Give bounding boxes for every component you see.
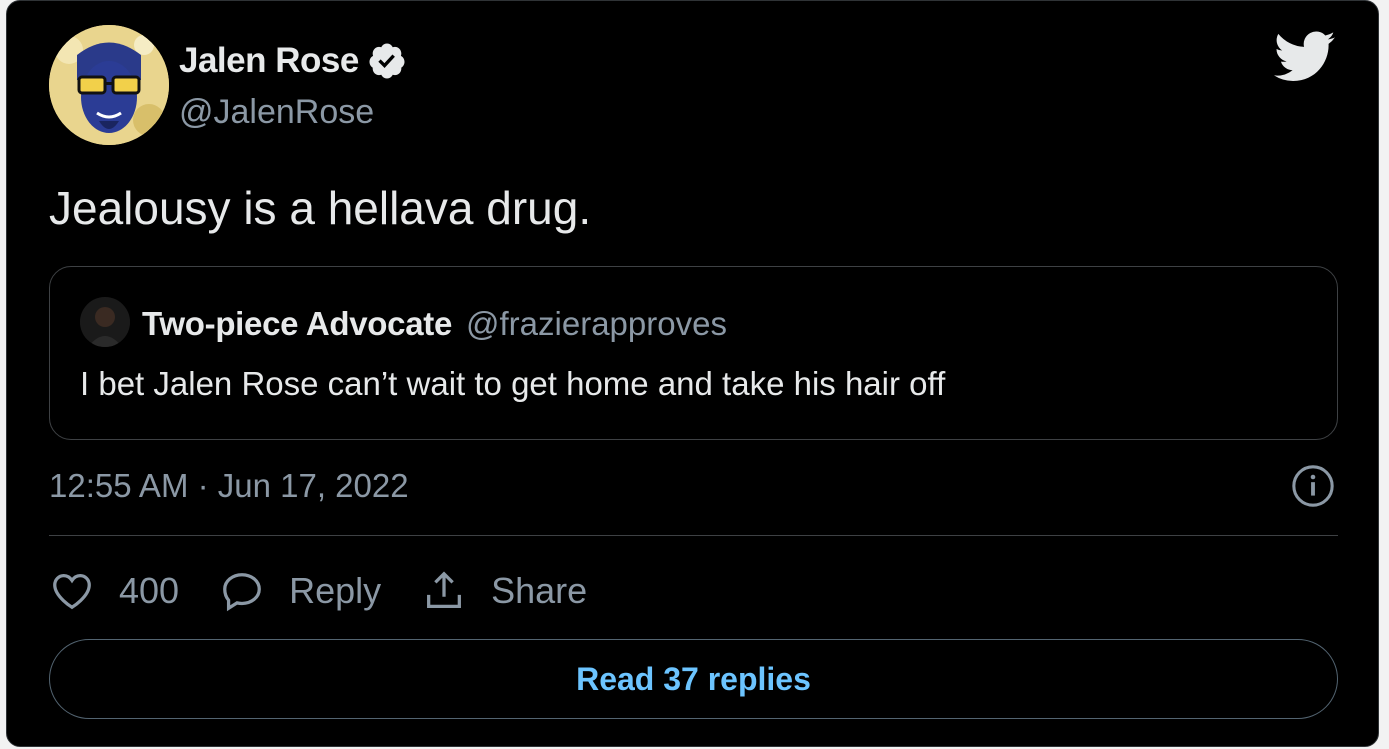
twitter-bird-icon[interactable] — [1274, 31, 1336, 83]
quoted-tweet[interactable]: Two-piece Advocate @frazierapproves I be… — [49, 266, 1338, 440]
tweet-text: Jealousy is a hellava drug. — [49, 182, 592, 234]
heart-icon — [53, 574, 91, 610]
author-name-text[interactable]: Jalen Rose — [179, 41, 359, 81]
tweet-card: Jalen Rose @JalenRose Jealousy is a hell… — [6, 0, 1379, 747]
share-icon — [427, 571, 462, 608]
info-icon[interactable] — [1290, 463, 1336, 509]
quoted-author-name[interactable]: Two-piece Advocate — [142, 305, 452, 343]
reply-label: Reply — [289, 570, 382, 611]
like-button[interactable]: 400 — [49, 568, 179, 614]
share-button[interactable]: Share — [421, 568, 587, 614]
author-handle[interactable]: @JalenRose — [179, 93, 374, 132]
quoted-author-avatar[interactable] — [80, 297, 130, 347]
divider — [49, 535, 1338, 536]
quoted-header: Two-piece Advocate @frazierapproves — [142, 305, 727, 343]
quoted-author-handle[interactable]: @frazierapproves — [466, 305, 727, 343]
author-avatar[interactable] — [49, 25, 169, 145]
author-name[interactable]: Jalen Rose — [179, 41, 407, 81]
tweet-actions: 400 Reply Share — [49, 561, 627, 621]
tweet-timestamp[interactable]: 12:55 AM · Jun 17, 2022 — [49, 467, 409, 505]
share-label: Share — [491, 570, 588, 611]
read-replies-button[interactable]: Read 37 replies — [49, 639, 1338, 719]
reply-button[interactable]: Reply — [219, 568, 381, 614]
like-count: 400 — [119, 570, 180, 611]
verified-badge-icon — [369, 43, 405, 79]
reply-bubble-icon — [223, 573, 261, 612]
quoted-tweet-text: I bet Jalen Rose can’t wait to get home … — [80, 365, 946, 402]
